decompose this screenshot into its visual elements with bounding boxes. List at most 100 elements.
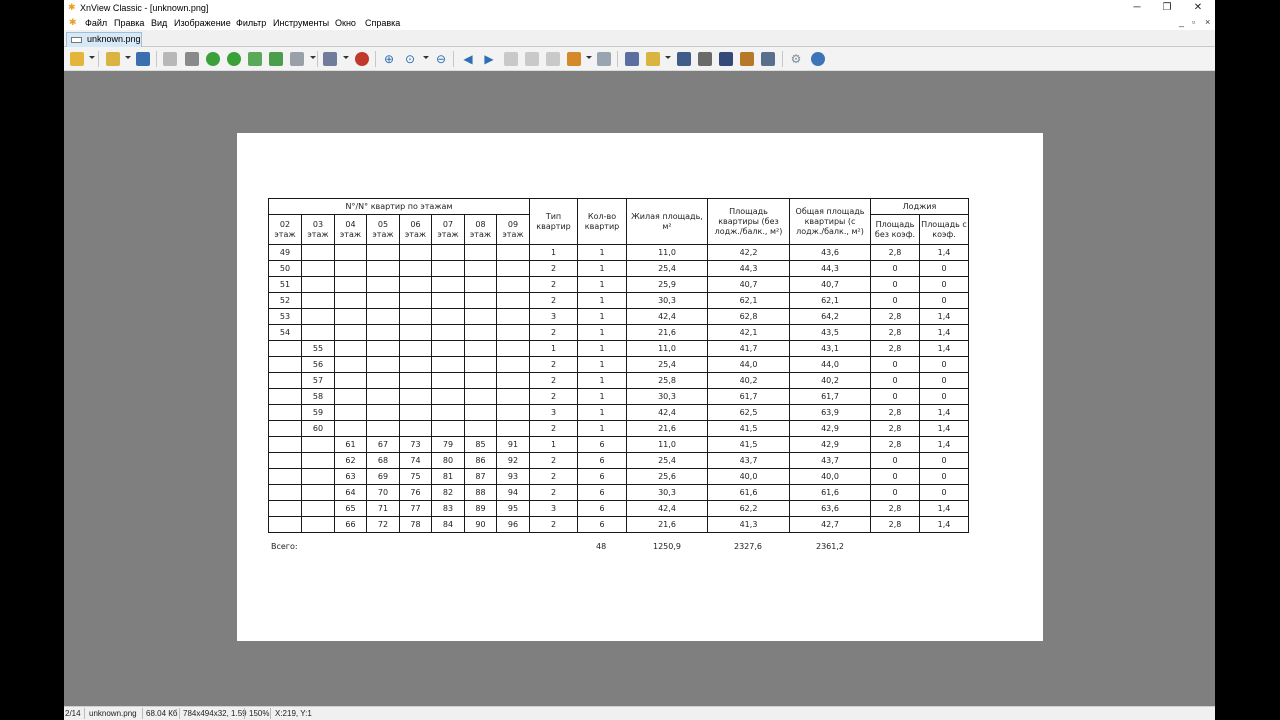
table-cell: 1,4 — [919, 324, 969, 341]
header-floor: 02 этаж — [268, 214, 302, 245]
table-cell: 82 — [431, 484, 465, 501]
chevron-down-icon[interactable] — [343, 56, 349, 59]
table-cell: 81 — [431, 468, 465, 485]
restore-button[interactable]: ❐ — [1152, 0, 1182, 16]
toolbar-separator — [782, 51, 783, 67]
menu-tools[interactable]: Инструменты — [273, 18, 329, 28]
close-button[interactable]: ✕ — [1183, 0, 1213, 16]
chevron-down-icon[interactable] — [423, 56, 429, 59]
zoom-in-icon[interactable]: ⊕ — [381, 51, 397, 67]
table-cell: 43,7 — [789, 452, 871, 469]
menu-view[interactable]: Вид — [151, 18, 167, 28]
menu-image[interactable]: Изображение — [174, 18, 231, 28]
rotate-left-icon[interactable] — [206, 52, 220, 66]
table-cell: 2 — [529, 276, 578, 293]
import-icon[interactable] — [269, 52, 283, 66]
first-icon[interactable] — [504, 52, 518, 66]
batch-icon[interactable] — [290, 52, 304, 66]
table-cell: 0 — [870, 372, 920, 389]
menu-filter[interactable]: Фильтр — [236, 18, 266, 28]
adjust-icon[interactable] — [323, 52, 337, 66]
print-icon[interactable] — [646, 52, 660, 66]
last-icon[interactable] — [525, 52, 539, 66]
gallery-icon[interactable] — [740, 52, 754, 66]
info-icon[interactable] — [811, 52, 825, 66]
table-cell — [431, 372, 465, 389]
browser-icon[interactable] — [70, 52, 84, 66]
table-cell: 1 — [577, 292, 627, 309]
capture-icon[interactable] — [567, 52, 581, 66]
table-cell — [268, 356, 302, 373]
totals-label: Всего: — [271, 542, 298, 551]
table-cell: 30,3 — [626, 388, 708, 405]
chevron-down-icon[interactable] — [586, 56, 592, 59]
table-cell: 40,0 — [707, 468, 790, 485]
table-row: 64 70 76 82 88 94 2 6 30,3 61,6 61,6 0 0 — [268, 484, 969, 501]
table-cell: 53 — [268, 308, 302, 325]
crop-icon[interactable] — [185, 52, 199, 66]
table-cell: 1 — [529, 340, 578, 357]
tab-unknown-png[interactable]: unknown.png — [66, 32, 142, 47]
table-cell — [268, 468, 302, 485]
table-row: 57 2 1 25,8 40,2 40,2 0 0 — [268, 372, 969, 389]
table-cell — [301, 452, 335, 469]
table-cell: 11,0 — [626, 340, 708, 357]
table-cell: 44,3 — [707, 260, 790, 277]
table-cell: 44,0 — [789, 356, 871, 373]
table-cell: 41,5 — [707, 436, 790, 453]
image-viewer[interactable]: N°/N° квартир по этажам Тип квартир Кол-… — [64, 71, 1215, 706]
header-count: Кол-во квартир — [577, 198, 627, 245]
web-icon[interactable] — [719, 52, 733, 66]
zoom-fit-icon[interactable]: ⊙ — [402, 51, 418, 67]
prev-icon[interactable]: ◀ — [460, 51, 476, 67]
zoom-out-icon[interactable]: ⊖ — [433, 51, 449, 67]
menu-window[interactable]: Окно — [335, 18, 356, 28]
header-flat-area: Площадь квартиры (без лодж./балк., м²) — [707, 198, 790, 245]
screenshot-icon[interactable] — [761, 52, 775, 66]
totals-living-area: 1250,9 — [653, 542, 681, 551]
table-cell — [399, 244, 432, 261]
table-cell — [431, 420, 465, 437]
fullscreen-icon[interactable] — [597, 52, 611, 66]
menu-edit[interactable]: Правка — [114, 18, 144, 28]
chevron-down-icon[interactable] — [310, 56, 316, 59]
settings-icon[interactable]: ⚙ — [788, 51, 804, 67]
table-cell: 1,4 — [919, 420, 969, 437]
table-cell — [301, 292, 335, 309]
chevron-down-icon[interactable] — [125, 56, 131, 59]
doc-restore-button[interactable]: ▫ — [1192, 17, 1195, 27]
convert-icon[interactable] — [698, 52, 712, 66]
table-row: 55 1 1 11,0 41,7 43,1 2,8 1,4 — [268, 340, 969, 357]
save-icon[interactable] — [136, 52, 150, 66]
next-icon[interactable]: ▶ — [481, 51, 497, 67]
toolbar-separator — [375, 51, 376, 67]
table-cell — [366, 372, 400, 389]
table-cell — [496, 388, 530, 405]
open-icon[interactable] — [106, 52, 120, 66]
menu-help[interactable]: Справка — [365, 18, 400, 28]
table-cell: 40,7 — [707, 276, 790, 293]
table-cell: 59 — [301, 404, 335, 421]
undo-icon[interactable] — [163, 52, 177, 66]
doc-close-button[interactable]: × — [1205, 17, 1210, 27]
table-row: 65 71 77 83 89 95 3 6 42,4 62,2 63,6 2,8 1,4 — [268, 500, 969, 517]
app-menu-icon[interactable]: ✱ — [69, 17, 77, 28]
chevron-down-icon[interactable] — [89, 56, 95, 59]
rotate-right-icon[interactable] — [227, 52, 241, 66]
effect-icon[interactable] — [355, 52, 369, 66]
slideshow-icon[interactable] — [546, 52, 560, 66]
compare-icon[interactable] — [625, 52, 639, 66]
table-cell — [464, 388, 497, 405]
table-cell — [334, 292, 367, 309]
export-icon[interactable] — [248, 52, 262, 66]
chevron-down-icon[interactable] — [665, 56, 671, 59]
header-total-area: Общая площадь квартиры (с лодж./балк., м… — [789, 198, 871, 245]
table-cell: 0 — [919, 356, 969, 373]
minimize-button[interactable]: ─ — [1122, 0, 1152, 16]
table-cell — [399, 340, 432, 357]
table-cell: 80 — [431, 452, 465, 469]
menu-file[interactable]: Файл — [85, 18, 107, 28]
table-cell — [496, 420, 530, 437]
scanner-icon[interactable] — [677, 52, 691, 66]
doc-minimize-button[interactable]: _ — [1179, 17, 1184, 27]
